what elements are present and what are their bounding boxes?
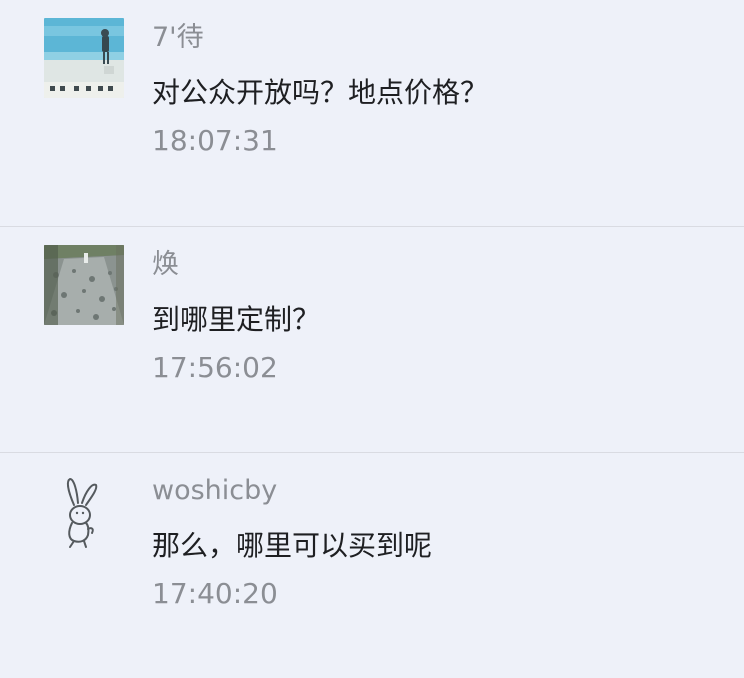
comment-list: 7'待 对公众开放吗？地点价格？ 18:07:31 焕 到哪里定制？ 17:56… xyxy=(0,0,744,678)
beach-photo-avatar-icon[interactable] xyxy=(44,18,124,98)
comment-item: 7'待 对公众开放吗？地点价格？ 18:07:31 xyxy=(0,0,744,226)
comment-item: 焕 到哪里定制？ 17:56:02 xyxy=(0,226,744,452)
comment-author[interactable]: woshicby xyxy=(152,473,277,509)
comment-timestamp: 17:56:02 xyxy=(152,351,278,384)
garden-path-photo-avatar-icon[interactable] xyxy=(44,245,124,325)
comment-text: 对公众开放吗？地点价格？ xyxy=(152,76,489,109)
rabbit-sketch-avatar-icon[interactable] xyxy=(44,471,124,551)
comment-text: 到哪里定制？ xyxy=(152,303,321,336)
comment-timestamp: 18:07:31 xyxy=(152,124,278,157)
comment-item: woshicby 那么，哪里可以买到呢 17:40:20 xyxy=(0,452,744,678)
comment-author[interactable]: 焕 xyxy=(152,247,179,283)
comment-author[interactable]: 7'待 xyxy=(152,20,204,56)
comment-text: 那么，哪里可以买到呢 xyxy=(152,529,433,562)
comment-timestamp: 17:40:20 xyxy=(152,577,278,610)
